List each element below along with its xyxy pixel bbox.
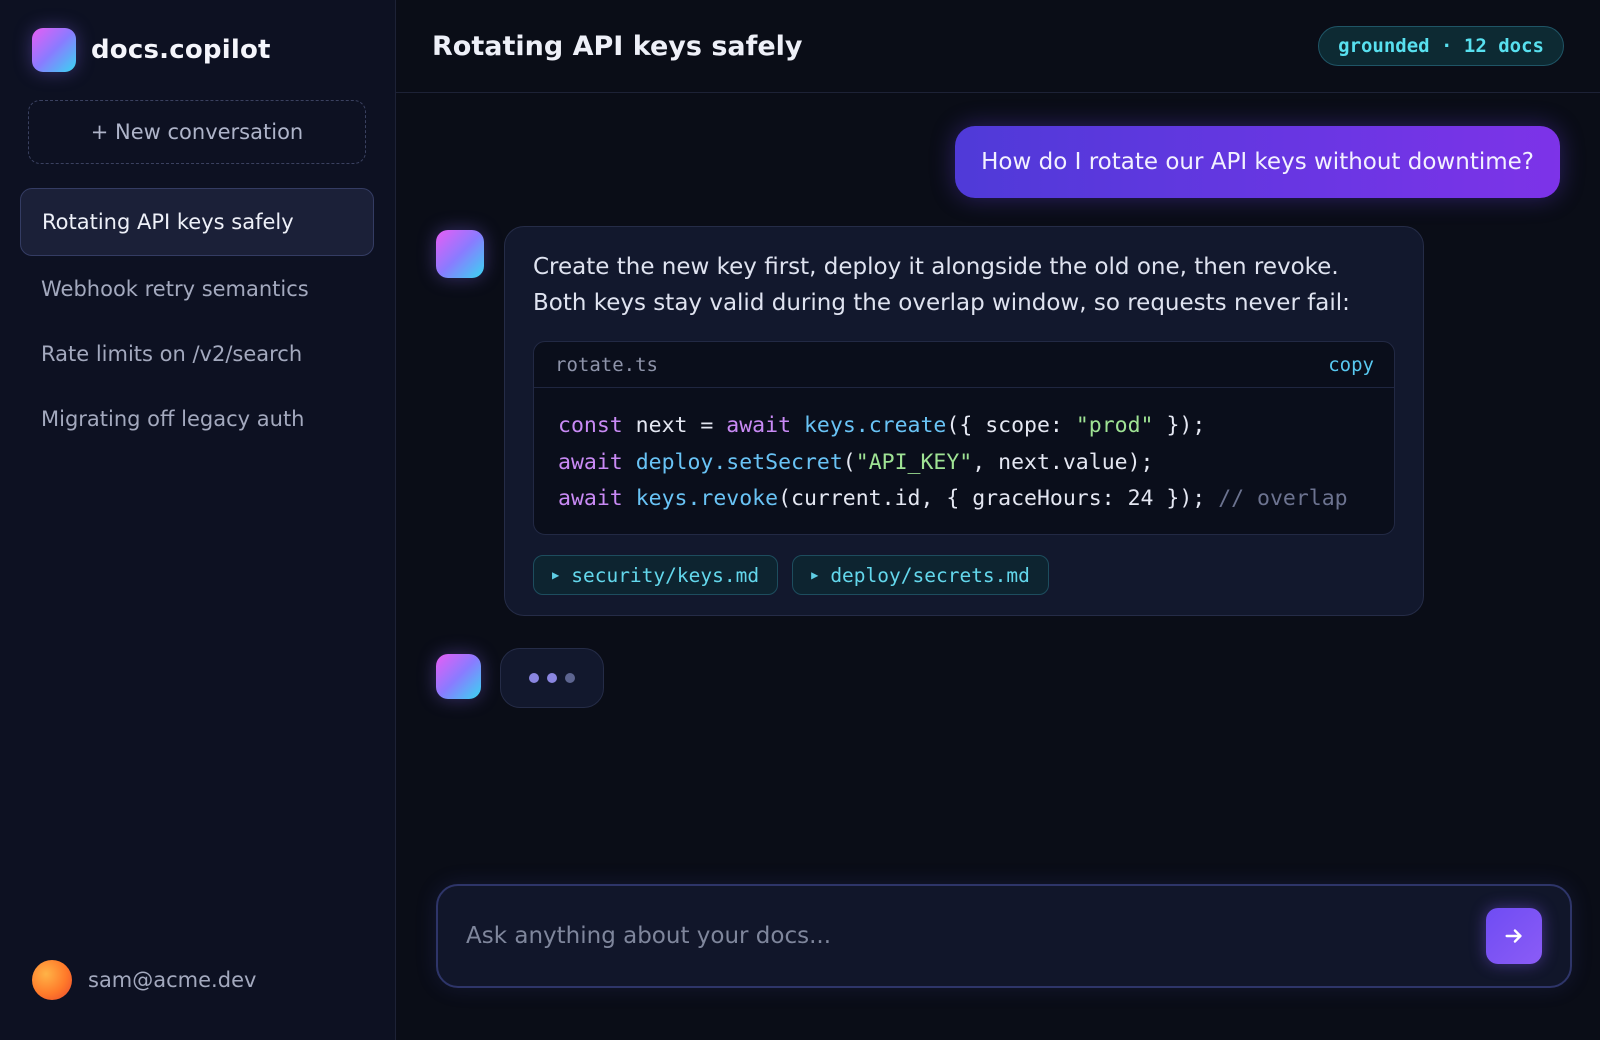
user-message: How do I rotate our API keys without dow… (955, 126, 1560, 198)
code-line: const next = await keys.create({ scope: … (558, 413, 1206, 438)
chat-main: Rotating API keys safely grounded · 12 d… (396, 0, 1600, 1040)
thread-title: Rotating API keys safely (432, 30, 803, 62)
user-email: sam@acme.dev (88, 968, 257, 992)
send-button[interactable] (1486, 908, 1542, 964)
sidebar: docs.copilot + New conversation Rotating… (0, 0, 396, 1040)
source-chip[interactable]: ▶ security/keys.md (533, 555, 779, 595)
assistant-message: Create the new key first, deploy it alon… (504, 226, 1424, 616)
avatar (32, 960, 72, 1000)
conversation-item-rate-limits[interactable]: Rate limits on /v2/search (20, 321, 374, 386)
app-root: docs.copilot + New conversation Rotating… (0, 0, 1600, 1040)
composer (436, 884, 1572, 988)
logo-icon (32, 28, 76, 72)
code-line: await deploy.setSecret("API_KEY", next.v… (558, 449, 1154, 475)
code-filename: rotate.ts (555, 353, 658, 376)
assistant-text-line: Create the new key first, deploy it alon… (533, 254, 1339, 280)
user-account[interactable]: sam@acme.dev (32, 960, 256, 1000)
code-body: const next = await keys.create({ scope: … (534, 388, 1394, 518)
conversation-item-legacy-auth[interactable]: Migrating off legacy auth (20, 386, 374, 451)
source-list: ▶ security/keys.md ▶ deploy/secrets.md (533, 555, 1395, 595)
play-triangle-icon: ▶ (811, 568, 819, 582)
typing-indicator (500, 648, 604, 708)
copy-button[interactable]: copy (1328, 354, 1374, 376)
conversation-item-webhook-retry[interactable]: Webhook retry semantics (20, 256, 374, 321)
brand: docs.copilot (32, 28, 375, 72)
typing-dot (565, 673, 575, 683)
conversation-item-rotating-api-keys[interactable]: Rotating API keys safely (20, 188, 374, 256)
brand-name: docs.copilot (91, 35, 271, 65)
typing-dot (529, 673, 539, 683)
code-header: rotate.ts copy (534, 342, 1394, 388)
typing-dot (547, 673, 557, 683)
message-input[interactable] (466, 886, 1446, 986)
source-chip-label: deploy/secrets.md (830, 563, 1030, 587)
conversation-list: Rotating API keys safely Webhook retry s… (20, 188, 375, 451)
source-chip[interactable]: ▶ deploy/secrets.md (792, 555, 1049, 595)
grounded-badge: grounded · 12 docs (1318, 26, 1564, 66)
assistant-text-line: Both keys stay valid during the overlap … (533, 290, 1350, 316)
source-chip-label: security/keys.md (571, 563, 760, 587)
play-triangle-icon: ▶ (552, 568, 560, 582)
code-line: await keys.revoke(current.id, { graceHou… (558, 486, 1348, 511)
assistant-text: Create the new key first, deploy it alon… (533, 249, 1395, 321)
code-block: rotate.ts copy const next = await keys.c… (533, 341, 1395, 535)
assistant-avatar-icon (436, 654, 481, 699)
arrow-right-icon (1505, 929, 1522, 943)
assistant-avatar-icon (436, 230, 484, 278)
new-conversation-button[interactable]: + New conversation (28, 100, 366, 164)
